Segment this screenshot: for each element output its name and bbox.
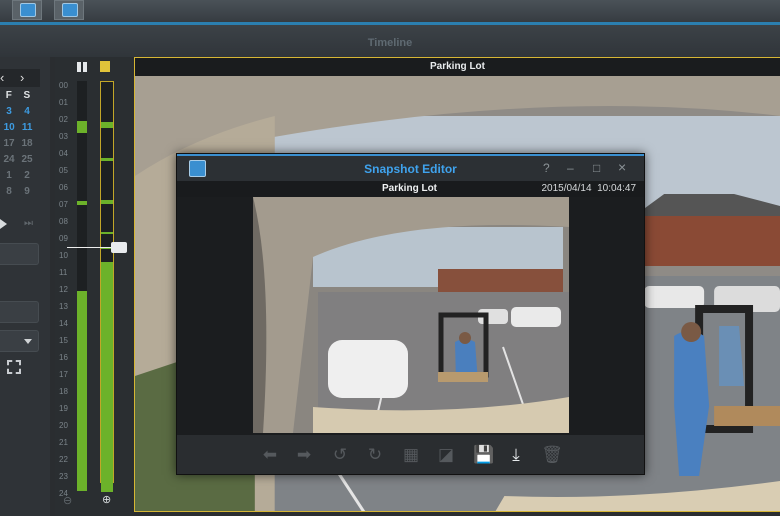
panel-title: Timeline [367,37,413,49]
snapshot-icon[interactable] [12,0,42,20]
hour-label: 14 [59,319,68,328]
hour-label: 09 [59,234,68,243]
play-icon[interactable] [0,219,7,229]
calendar-day[interactable]: 24 [3,152,14,168]
recording-segment[interactable] [77,201,87,205]
timeline-panel: 00 01 02 03 04 05 06 07 08 09 10 11 12 13 14 15 16 17 18 19… [55,57,132,516]
calendar-day[interactable]: 17 [3,136,14,152]
calendar-day[interactable]: 3 [6,104,12,120]
recording-segment[interactable] [101,122,113,128]
calendar-day[interactable]: 25 [21,152,32,168]
hour-label: 20 [59,421,68,430]
calendar-day[interactable]: 8 [6,184,12,200]
dropdown-select[interactable] [0,330,39,352]
arrow-left-icon[interactable]: ⬅ [259,445,281,465]
weekday-label: F [5,90,12,101]
calendar-day[interactable]: 10 [4,120,15,136]
close-button[interactable]: × [618,159,626,175]
help-button[interactable]: ? [543,161,550,175]
hour-label: 00 [59,81,68,90]
zoom-in-icon[interactable]: ⊕ [102,493,111,506]
hour-label: 08 [59,217,68,226]
hour-label: 13 [59,302,68,311]
weekday-label: S [23,90,31,101]
snapshot-info-bar: Parking Lot 2015/04/14 10:04:47 [177,181,644,197]
snapshot-editor-dialog: Snapshot Editor ? – □ × Parking Lot 2015… [176,153,645,475]
snapshot-timestamp: 2015/04/14 10:04:47 [541,183,636,194]
calendar-day[interactable]: 11 [22,120,33,136]
zoom-out-icon[interactable]: ⊖ [63,494,72,507]
time-field[interactable] [0,243,39,265]
recording-segment[interactable] [101,200,113,204]
hour-labels: 00 01 02 03 04 05 06 07 08 09 10 11 12 13 14 15 16 17 18 19… [59,77,68,502]
hour-label: 03 [59,132,68,141]
snapshot-toolbar: ⬅ ➡ ↺ ↻ ▦ ◪ 💾 ⤓ 🗑 [177,435,644,474]
hour-label: 18 [59,387,68,396]
panel-header: Timeline [0,25,780,57]
minimize-button[interactable]: – [567,161,574,175]
trash-icon[interactable]: 🗑 [541,445,563,465]
calendar-day[interactable]: 9 [24,184,30,200]
arrow-right-icon[interactable]: ➡ [293,445,315,465]
snapshot-camera-name: Parking Lot [382,183,438,194]
rotate-right-icon[interactable]: ↻ [364,445,386,465]
maximize-button[interactable]: □ [593,161,600,175]
download-icon[interactable]: ⤓ [505,445,527,465]
recording-legend-icon[interactable] [100,61,110,72]
hour-label: 19 [59,404,68,413]
calendar-day[interactable]: 2 [24,168,30,184]
calendar-day[interactable]: 1 [6,168,12,184]
grid-view-icon[interactable] [77,62,87,72]
hour-label: 06 [59,183,68,192]
fullscreen-icon[interactable] [7,360,21,374]
snapshot-icon[interactable] [54,0,84,20]
calendar-day[interactable]: 18 [21,136,32,152]
recording-track[interactable] [77,81,87,491]
hour-label: 11 [59,268,68,277]
save-icon[interactable]: 💾 [473,445,495,465]
mosaic-icon[interactable]: ▦ [400,445,422,465]
hour-label: 15 [59,336,68,345]
event-track[interactable] [100,81,114,492]
recording-segment[interactable] [77,121,87,133]
hour-label: 23 [59,472,68,481]
calendar-prev-button[interactable]: ‹ [0,70,4,85]
hour-label: 02 [59,115,68,124]
hour-label: 10 [59,251,68,260]
hour-label: 21 [59,438,68,447]
hour-label: 07 [59,200,68,209]
skip-forward-icon[interactable]: ⏭ [24,218,33,229]
calendar-header: ‹ › [0,69,40,87]
snapshot-image[interactable] [253,197,569,433]
time-cursor-handle[interactable] [111,242,127,253]
option-field[interactable] [0,301,39,323]
chevron-down-icon [24,339,32,344]
hour-label: 22 [59,455,68,464]
hour-label: 17 [59,370,68,379]
hour-label: 16 [59,353,68,362]
hour-label: 12 [59,285,68,294]
calendar-day[interactable]: 4 [24,104,30,120]
recording-segment[interactable] [101,232,113,234]
calendar-next-button[interactable]: › [20,70,24,85]
crop-icon[interactable]: ◪ [435,445,457,465]
hour-label: 05 [59,166,68,175]
hour-label: 04 [59,149,68,158]
recording-segment[interactable] [101,262,113,492]
top-toolbar [0,0,780,25]
calendar-grid: F S 34 10 11 17 18 24 25 12 89 [0,88,40,200]
hour-label: 01 [59,98,68,107]
left-panel: ‹ › F S 34 10 11 17 18 24 25 12 89 ⏭ [0,57,50,516]
rotate-left-icon[interactable]: ↺ [329,445,351,465]
camera-view-title: Parking Lot [135,58,780,76]
recording-segment[interactable] [101,158,113,161]
dialog-title-bar[interactable]: Snapshot Editor ? – □ × [177,154,644,181]
recording-segment[interactable] [77,291,87,491]
